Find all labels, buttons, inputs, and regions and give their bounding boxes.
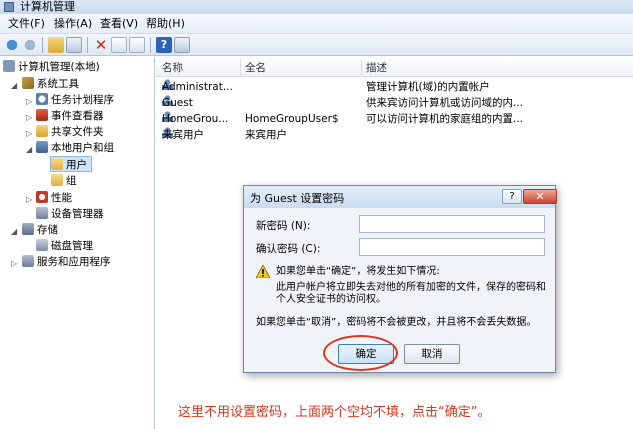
console-tree: 计算机管理(本地) ◢ 系统工具 ▷ 任务计划程序 ▷ 事件查看器 ▷ 共享文件… — [0, 57, 155, 429]
show-hide-tree-icon[interactable] — [66, 37, 82, 53]
computer-management-icon — [4, 2, 14, 12]
user-description: 管理计算机(域)的内置帐户 — [366, 81, 490, 93]
user-name: HomeGrou... — [162, 113, 229, 125]
expand-arrow-icon[interactable]: ▷ — [26, 97, 32, 106]
device-manager-icon — [36, 207, 48, 219]
window-title: 计算机管理 — [20, 0, 75, 13]
action-pane-icon[interactable] — [174, 37, 190, 53]
user-fullname: 来宾用户 — [245, 129, 287, 141]
tree-item-event-viewer[interactable]: 事件查看器 — [36, 108, 104, 124]
services-icon — [22, 255, 34, 267]
dialog-help-button[interactable]: ? — [502, 189, 522, 204]
user-description: 可以访问计算机的家庭组的内置... — [366, 113, 524, 125]
expand-arrow-icon[interactable]: ▷ — [26, 129, 32, 138]
instruction-annotation: 这里不用设置密码，上面两个空均不填，点击“确定”。 — [178, 405, 491, 420]
warning-heading: 如果您单击“确定”，将发生如下情况: — [276, 266, 440, 277]
expand-arrow-icon[interactable]: ▷ — [26, 195, 32, 204]
computer-management-icon — [3, 60, 15, 72]
warning-icon — [256, 265, 270, 278]
export-list-icon[interactable] — [129, 37, 145, 53]
tree-item-system-tools[interactable]: 系统工具 — [22, 76, 79, 92]
expand-arrow-icon[interactable]: ▷ — [11, 259, 17, 268]
cancel-note: 如果您单击“取消”，密码将不会被更改，并且将不会丢失数据。 — [256, 317, 537, 328]
dialog-title-bar[interactable]: 为 Guest 设置密码 ? ✕ — [244, 186, 557, 208]
back-icon[interactable] — [4, 37, 20, 53]
up-folder-icon[interactable] — [48, 37, 64, 53]
toolbar: ✕ ? — [0, 34, 633, 56]
tree-item-performance[interactable]: 性能 — [36, 190, 72, 206]
storage-icon — [22, 223, 34, 235]
confirm-password-label: 确认密码 (C): — [256, 243, 321, 255]
help-icon[interactable]: ? — [156, 37, 172, 53]
tree-item-users[interactable]: 用户 — [50, 156, 92, 172]
collapse-arrow-icon[interactable]: ◢ — [11, 81, 17, 90]
disk-icon — [36, 239, 48, 251]
properties-icon[interactable] — [111, 37, 127, 53]
confirm-password-input[interactable] — [359, 238, 545, 256]
cancel-button[interactable]: 取消 — [404, 344, 460, 364]
list-item[interactable]: 来宾用户 来宾用户 — [156, 127, 633, 143]
dialog-body: 新密码 (N): 确认密码 (C): 如果您单击“确定”，将发生如下情况: 此用… — [244, 208, 555, 372]
warning-detail-line1: 此用户帐户将立即失去对他的所有加密的文件，保存的密码和 — [276, 282, 546, 293]
dialog-title: 为 Guest 设置密码 — [250, 192, 345, 205]
ok-button[interactable]: 确定 — [338, 344, 394, 364]
set-password-dialog: 为 Guest 设置密码 ? ✕ 新密码 (N): 确认密码 (C): 如果您单… — [243, 185, 557, 373]
user-name: Administrat... — [162, 81, 233, 93]
delete-icon[interactable]: ✕ — [93, 37, 109, 53]
tree-item-local-users-groups[interactable]: 本地用户和组 — [36, 140, 114, 156]
new-password-input[interactable] — [359, 215, 545, 233]
column-divider[interactable] — [361, 59, 362, 75]
list-header: 名称 全名 描述 — [156, 57, 633, 77]
performance-icon — [36, 191, 48, 203]
tree-item-computer-management[interactable]: 计算机管理(本地) — [3, 59, 100, 75]
toolbar-separator — [150, 37, 151, 53]
menu-file[interactable]: 文件(F) — [6, 17, 47, 31]
column-header-name[interactable]: 名称 — [162, 60, 183, 75]
menu-bar: 文件(F) 操作(A) 查看(V) 帮助(H) — [0, 14, 633, 34]
clock-icon — [36, 93, 48, 105]
tree-item-shared-folders[interactable]: 共享文件夹 — [36, 124, 104, 140]
collapse-arrow-icon[interactable]: ◢ — [11, 227, 17, 236]
toolbar-separator — [87, 37, 88, 53]
user-name: 来宾用户 — [162, 129, 204, 141]
tools-icon — [22, 77, 34, 89]
title-bar: 计算机管理 — [0, 0, 633, 14]
tree-item-task-scheduler[interactable]: 任务计划程序 — [36, 92, 114, 108]
tree-item-disk-management[interactable]: 磁盘管理 — [36, 238, 93, 254]
user-description: 供来宾访问计算机或访问域的内... — [366, 97, 524, 109]
dialog-close-button[interactable]: ✕ — [523, 189, 557, 204]
expand-arrow-icon[interactable]: ▷ — [26, 113, 32, 122]
user-name: Guest — [162, 97, 193, 109]
list-item[interactable]: HomeGrou... HomeGroupUser$ 可以访问计算机的家庭组的内… — [156, 111, 633, 127]
tree-item-storage[interactable]: 存储 — [22, 222, 58, 238]
users-group-icon — [36, 141, 48, 153]
user-fullname: HomeGroupUser$ — [245, 113, 339, 125]
column-header-fullname[interactable]: 全名 — [245, 60, 266, 75]
menu-view[interactable]: 查看(V) — [98, 17, 140, 31]
column-header-description[interactable]: 描述 — [366, 60, 387, 75]
tree-item-device-manager[interactable]: 设备管理器 — [36, 206, 104, 222]
list-item[interactable]: Administrat... 管理计算机(域)的内置帐户 — [156, 79, 633, 95]
warning-detail-line2: 个人安全证书的访问权。 — [276, 294, 386, 305]
forward-icon[interactable] — [22, 37, 38, 53]
folder-icon — [51, 158, 63, 170]
column-divider[interactable] — [240, 59, 241, 75]
menu-help[interactable]: 帮助(H) — [144, 17, 187, 31]
tree-item-groups[interactable]: 组 — [51, 173, 77, 189]
toolbar-separator — [42, 37, 43, 53]
collapse-arrow-icon[interactable]: ◢ — [26, 145, 32, 154]
new-password-label: 新密码 (N): — [256, 220, 311, 232]
event-viewer-icon — [36, 109, 48, 121]
tree-item-services-applications[interactable]: 服务和应用程序 — [22, 254, 111, 270]
menu-action[interactable]: 操作(A) — [52, 17, 94, 31]
shared-folder-icon — [36, 125, 48, 137]
list-item[interactable]: Guest 供来宾访问计算机或访问域的内... — [156, 95, 633, 111]
folder-icon — [51, 174, 63, 186]
